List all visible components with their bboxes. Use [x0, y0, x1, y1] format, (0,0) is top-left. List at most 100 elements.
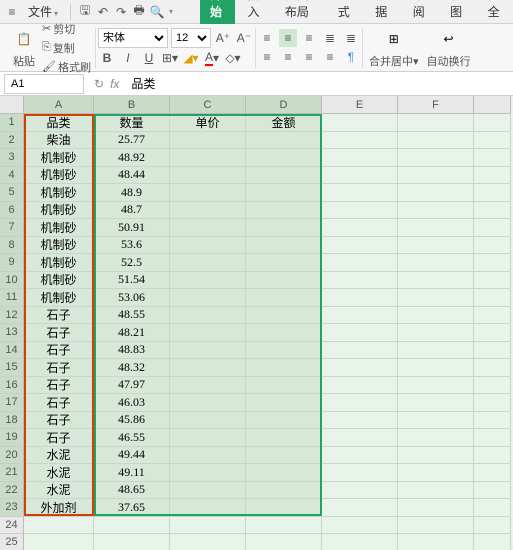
row-header-8[interactable]: 8 — [0, 237, 24, 255]
cell-D17[interactable] — [246, 394, 322, 412]
cell-D22[interactable] — [246, 482, 322, 500]
row-header-14[interactable]: 14 — [0, 342, 24, 360]
cell-D2[interactable] — [246, 132, 322, 150]
cell-C12[interactable] — [170, 307, 246, 325]
cell-C16[interactable] — [170, 377, 246, 395]
copy-button[interactable]: ⎘复制 — [40, 39, 93, 57]
col-header-A[interactable]: A — [24, 96, 94, 114]
align-center-icon[interactable]: ≡ — [279, 48, 297, 66]
cell-F4[interactable] — [398, 167, 474, 185]
cell-A12[interactable]: 石子 — [24, 307, 94, 325]
cell-B20[interactable]: 49.44 — [94, 447, 170, 465]
decrease-font-icon[interactable]: A⁻ — [235, 29, 253, 47]
cell-A20[interactable]: 水泥 — [24, 447, 94, 465]
fill-color-button[interactable]: ◢▾ — [182, 49, 200, 67]
cell-E12[interactable] — [322, 307, 398, 325]
col-header-F[interactable]: F — [398, 96, 474, 114]
cell-B5[interactable]: 48.9 — [94, 184, 170, 202]
row-header-9[interactable]: 9 — [0, 254, 24, 272]
merge-group[interactable]: ⊞ 合并居中▾ — [365, 26, 423, 69]
cell-E9[interactable] — [322, 254, 398, 272]
cell-11[interactable] — [474, 289, 511, 307]
cell-E21[interactable] — [322, 464, 398, 482]
increase-font-icon[interactable]: A⁺ — [214, 29, 232, 47]
cell-E11[interactable] — [322, 289, 398, 307]
cell-D11[interactable] — [246, 289, 322, 307]
cell-24[interactable] — [474, 517, 511, 535]
cell-D7[interactable] — [246, 219, 322, 237]
cell-C19[interactable] — [170, 429, 246, 447]
cell-D23[interactable] — [246, 499, 322, 517]
cell-D14[interactable] — [246, 342, 322, 360]
cell-F14[interactable] — [398, 342, 474, 360]
cell-3[interactable] — [474, 149, 511, 167]
cell-A2[interactable]: 柴油 — [24, 132, 94, 150]
paste-icon[interactable]: 📋 — [12, 27, 36, 51]
cell-C22[interactable] — [170, 482, 246, 500]
cell-D20[interactable] — [246, 447, 322, 465]
cell-F21[interactable] — [398, 464, 474, 482]
cell-6[interactable] — [474, 202, 511, 220]
cell-F1[interactable] — [398, 114, 474, 132]
cell-C5[interactable] — [170, 184, 246, 202]
underline-button[interactable]: U — [140, 49, 158, 67]
cell-23[interactable] — [474, 499, 511, 517]
cell-E1[interactable] — [322, 114, 398, 132]
cell-A19[interactable]: 石子 — [24, 429, 94, 447]
rtl-icon[interactable]: ¶ — [342, 48, 360, 66]
cell-B15[interactable]: 48.32 — [94, 359, 170, 377]
cell-A4[interactable]: 机制砂 — [24, 167, 94, 185]
cell-14[interactable] — [474, 342, 511, 360]
cell-1[interactable] — [474, 114, 511, 132]
cell-10[interactable] — [474, 272, 511, 290]
tab-start[interactable]: 开始 — [200, 0, 235, 24]
wrap-group[interactable]: ↩ 自动换行 — [423, 26, 475, 69]
cell-E7[interactable] — [322, 219, 398, 237]
cell-F24[interactable] — [398, 517, 474, 535]
cell-7[interactable] — [474, 219, 511, 237]
cell-C7[interactable] — [170, 219, 246, 237]
cell-C23[interactable] — [170, 499, 246, 517]
cell-F2[interactable] — [398, 132, 474, 150]
row-header-24[interactable]: 24 — [0, 517, 24, 535]
col-header-D[interactable]: D — [246, 96, 322, 114]
cell-A5[interactable]: 机制砂 — [24, 184, 94, 202]
cell-F9[interactable] — [398, 254, 474, 272]
border-button[interactable]: ⊞▾ — [161, 49, 179, 67]
col-header-C[interactable]: C — [170, 96, 246, 114]
tab-insert[interactable]: 插入 — [237, 0, 272, 24]
cell-D21[interactable] — [246, 464, 322, 482]
row-header-20[interactable]: 20 — [0, 447, 24, 465]
cell-D19[interactable] — [246, 429, 322, 447]
cell-C24[interactable] — [170, 517, 246, 535]
cell-C8[interactable] — [170, 237, 246, 255]
cell-C9[interactable] — [170, 254, 246, 272]
cell-15[interactable] — [474, 359, 511, 377]
cell-E22[interactable] — [322, 482, 398, 500]
cell-C2[interactable] — [170, 132, 246, 150]
cell-A17[interactable]: 石子 — [24, 394, 94, 412]
cell-17[interactable] — [474, 394, 511, 412]
cell-B14[interactable]: 48.83 — [94, 342, 170, 360]
cell-C1[interactable]: 单价 — [170, 114, 246, 132]
cell-B16[interactable]: 47.97 — [94, 377, 170, 395]
cell-A22[interactable]: 水泥 — [24, 482, 94, 500]
cell-A14[interactable]: 石子 — [24, 342, 94, 360]
cell-C20[interactable] — [170, 447, 246, 465]
cell-4[interactable] — [474, 167, 511, 185]
cell-D13[interactable] — [246, 324, 322, 342]
cell-D4[interactable] — [246, 167, 322, 185]
indent-increase-icon[interactable]: ≣ — [342, 29, 360, 47]
cell-C17[interactable] — [170, 394, 246, 412]
cell-F17[interactable] — [398, 394, 474, 412]
cell-B12[interactable]: 48.55 — [94, 307, 170, 325]
cell-C14[interactable] — [170, 342, 246, 360]
row-header-12[interactable]: 12 — [0, 307, 24, 325]
cell-C21[interactable] — [170, 464, 246, 482]
cell-B13[interactable]: 48.21 — [94, 324, 170, 342]
cell-B19[interactable]: 46.55 — [94, 429, 170, 447]
cell-E13[interactable] — [322, 324, 398, 342]
cell-C3[interactable] — [170, 149, 246, 167]
row-header-13[interactable]: 13 — [0, 324, 24, 342]
cell-A21[interactable]: 水泥 — [24, 464, 94, 482]
